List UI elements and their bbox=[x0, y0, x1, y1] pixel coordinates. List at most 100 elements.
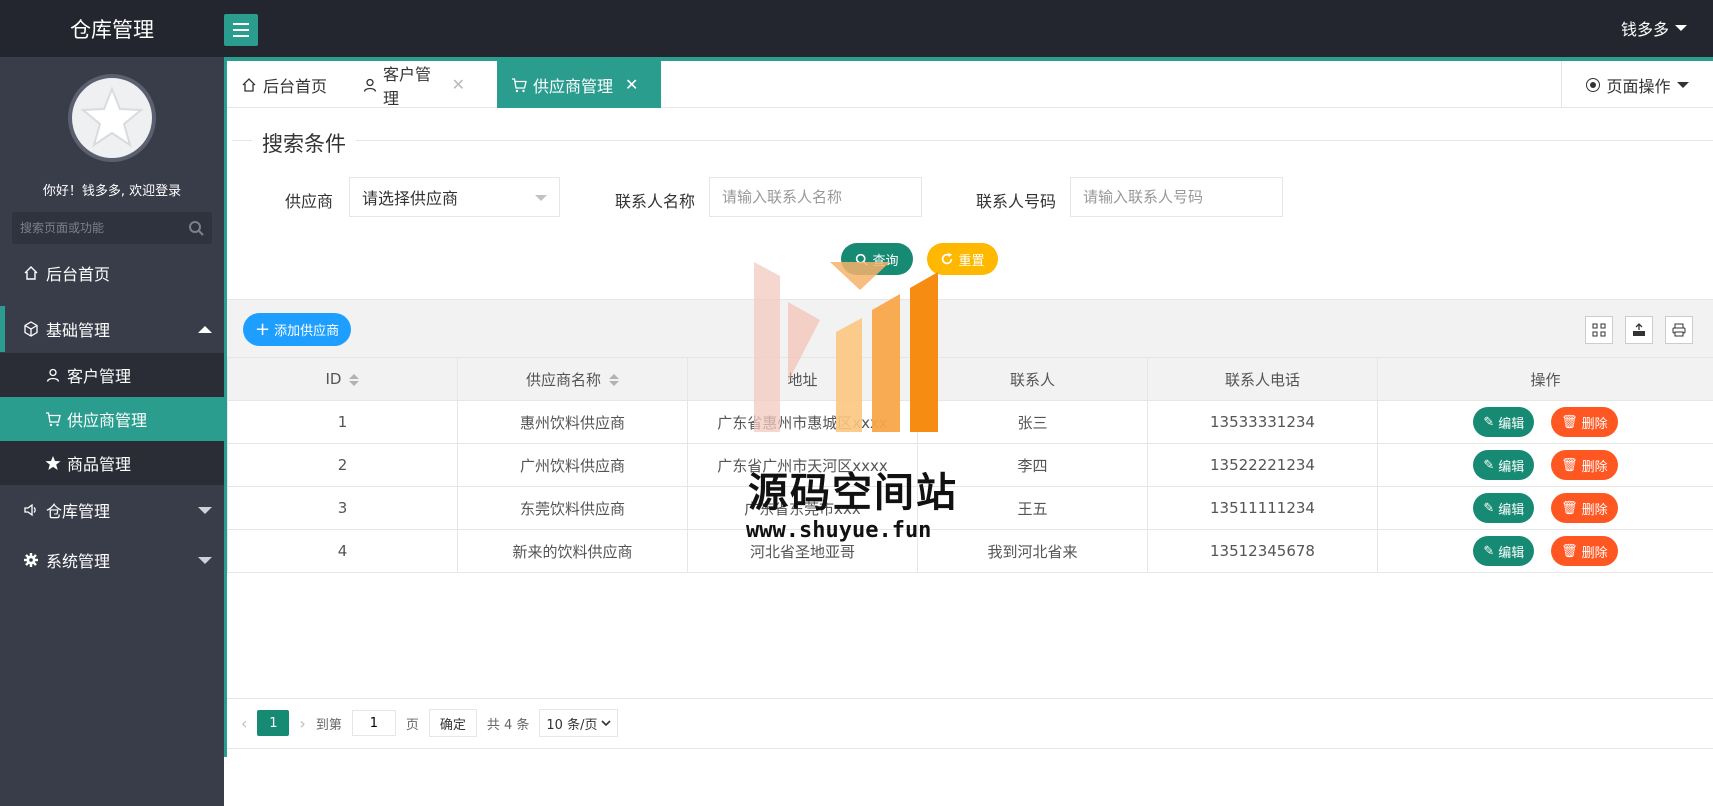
sidebar-item-customers[interactable]: 客户管理 bbox=[0, 353, 224, 397]
star-icon bbox=[45, 455, 61, 471]
export-icon[interactable] bbox=[1625, 316, 1653, 344]
sidebar-group-system[interactable]: 系统管理 bbox=[0, 537, 224, 583]
sidebar: 你好！钱多多, 欢迎登录 后台首页 基础管理 客户管理 供应商管理 bbox=[0, 57, 224, 806]
tab-label: 后台首页 bbox=[263, 76, 328, 96]
tab-customers[interactable]: 客户管理 ✕ bbox=[349, 61, 479, 108]
user-name: 钱多多 bbox=[1620, 20, 1669, 39]
trash-icon: 🗑 bbox=[1561, 500, 1578, 516]
table-row: 4 新来的饮料供应商 河北省圣地亚哥 我到河北省来 13512345678 ✎ 编… bbox=[227, 529, 1713, 573]
cell-name: 新来的饮料供应商 bbox=[457, 529, 688, 573]
caret-down-icon bbox=[535, 195, 547, 201]
contact-phone-field bbox=[1070, 177, 1283, 217]
edit-button[interactable]: ✎ 编辑 bbox=[1473, 407, 1535, 437]
add-supplier-button[interactable]: + 添加供应商 bbox=[243, 313, 352, 346]
column-header-id[interactable]: ID bbox=[227, 357, 458, 401]
table-row: 1 惠州饮料供应商 广东省惠州市惠城区xxxx 张三 13533331234 ✎… bbox=[227, 400, 1713, 444]
close-icon[interactable]: ✕ bbox=[452, 75, 465, 94]
chevron-right-icon[interactable]: › bbox=[299, 714, 305, 733]
edit-button[interactable]: ✎ 编辑 bbox=[1473, 450, 1535, 480]
contact-phone-label: 联系人号码 bbox=[976, 192, 1057, 211]
sort-icon[interactable] bbox=[609, 374, 619, 386]
caret-down-icon bbox=[1676, 81, 1689, 88]
contact-phone-input[interactable] bbox=[1083, 188, 1270, 206]
user-menu[interactable]: 钱多多 bbox=[1621, 16, 1687, 40]
cell-name: 广州饮料供应商 bbox=[457, 443, 688, 487]
contact-name-input[interactable] bbox=[722, 188, 909, 206]
avatar[interactable] bbox=[68, 74, 156, 162]
pencil-icon: ✎ bbox=[1483, 414, 1495, 430]
speaker-icon bbox=[22, 501, 40, 519]
sort-icon[interactable] bbox=[349, 373, 360, 386]
delete-button[interactable]: 🗑 删除 bbox=[1551, 450, 1618, 480]
tab-suppliers[interactable]: 供应商管理 ✕ bbox=[497, 61, 661, 108]
user-icon bbox=[45, 367, 61, 383]
star-avatar-icon bbox=[80, 86, 144, 148]
search-icon[interactable] bbox=[188, 220, 204, 236]
sidebar-group-warehouse[interactable]: 仓库管理 bbox=[0, 487, 224, 533]
print-icon[interactable] bbox=[1665, 316, 1693, 344]
trash-icon: 🗑 bbox=[1561, 457, 1578, 473]
menu-toggle-button[interactable] bbox=[224, 14, 258, 46]
watermark-url: www.shuyue.fun bbox=[746, 518, 932, 543]
page-operations-menu[interactable]: 页面操作 bbox=[1561, 61, 1713, 108]
page-current[interactable]: 1 bbox=[257, 710, 290, 736]
contact-name-label: 联系人名称 bbox=[615, 192, 696, 211]
user-icon bbox=[363, 78, 377, 92]
contact-name-field bbox=[709, 177, 922, 217]
column-header-phone: 联系人电话 bbox=[1147, 357, 1378, 401]
pencil-icon: ✎ bbox=[1483, 543, 1495, 559]
sidebar-item-products[interactable]: 商品管理 bbox=[0, 441, 224, 485]
pagination: ‹ 1 › 到第 页 确定 共 4 条 10 条/页 bbox=[241, 709, 619, 737]
sidebar-item-label: 仓库管理 bbox=[46, 502, 111, 521]
circle-dot-icon bbox=[1586, 77, 1601, 92]
top-header: 仓库管理 钱多多 bbox=[0, 0, 1713, 57]
chevron-left-icon[interactable]: ‹ bbox=[241, 714, 247, 733]
sidebar-item-suppliers[interactable]: 供应商管理 bbox=[0, 397, 224, 441]
gear-icon bbox=[22, 551, 40, 569]
edit-button[interactable]: ✎ 编辑 bbox=[1473, 493, 1535, 523]
caret-down-icon bbox=[1675, 25, 1687, 31]
column-header-name[interactable]: 供应商名称 bbox=[457, 357, 688, 401]
sidebar-search-input[interactable] bbox=[20, 221, 188, 235]
cell-id: 4 bbox=[227, 529, 458, 573]
trash-icon: 🗑 bbox=[1561, 543, 1578, 559]
sidebar-item-label: 基础管理 bbox=[46, 321, 111, 340]
sidebar-item-label: 商品管理 bbox=[67, 455, 132, 474]
search-fieldset-border bbox=[232, 140, 1713, 141]
delete-button[interactable]: 🗑 删除 bbox=[1551, 407, 1618, 437]
close-icon[interactable]: ✕ bbox=[625, 75, 638, 94]
pencil-icon: ✎ bbox=[1483, 457, 1495, 473]
cell-name: 惠州饮料供应商 bbox=[457, 400, 688, 444]
search-legend: 搜索条件 bbox=[252, 128, 356, 158]
sidebar-item-label: 后台首页 bbox=[46, 265, 111, 284]
cell-name: 东莞饮料供应商 bbox=[457, 486, 688, 530]
reset-label: 重置 bbox=[958, 253, 985, 269]
cell-actions: ✎ 编辑 🗑 删除 bbox=[1377, 529, 1713, 573]
goto-confirm-button[interactable]: 确定 bbox=[428, 709, 477, 737]
cell-phone: 13512345678 bbox=[1147, 529, 1378, 573]
cell-phone: 13533331234 bbox=[1147, 400, 1378, 444]
sidebar-search bbox=[12, 212, 212, 244]
page-size-select[interactable]: 10 条/页 bbox=[539, 709, 619, 737]
tab-home[interactable]: 后台首页 bbox=[227, 61, 349, 108]
chevron-down-icon bbox=[198, 556, 212, 564]
delete-button[interactable]: 🗑 删除 bbox=[1551, 493, 1618, 523]
delete-button[interactable]: 🗑 删除 bbox=[1551, 536, 1618, 566]
cart-icon bbox=[511, 77, 527, 93]
chevron-down-icon bbox=[198, 506, 212, 514]
cell-actions: ✎ 编辑 🗑 删除 bbox=[1377, 486, 1713, 530]
columns-filter-icon[interactable] bbox=[1585, 316, 1613, 344]
pager-bottom-divider bbox=[227, 748, 1713, 749]
sidebar-item-home[interactable]: 后台首页 bbox=[0, 250, 224, 296]
edit-button[interactable]: ✎ 编辑 bbox=[1473, 536, 1535, 566]
goto-page-input[interactable] bbox=[351, 710, 396, 736]
sidebar-item-label: 客户管理 bbox=[67, 367, 132, 386]
goto-suffix: 页 bbox=[405, 717, 419, 733]
cell-id: 2 bbox=[227, 443, 458, 487]
sidebar-group-basic[interactable]: 基础管理 bbox=[0, 306, 224, 352]
column-header-actions: 操作 bbox=[1377, 357, 1713, 401]
supplier-select[interactable]: 请选择供应商 bbox=[349, 177, 560, 217]
supplier-table: ID 供应商名称 地址 联系人 联系人电话 操作 1 惠州饮料供应商 广东省惠州… bbox=[227, 357, 1713, 573]
app-title: 仓库管理 bbox=[70, 17, 154, 42]
table-header-row: ID 供应商名称 地址 联系人 联系人电话 操作 bbox=[227, 357, 1713, 401]
